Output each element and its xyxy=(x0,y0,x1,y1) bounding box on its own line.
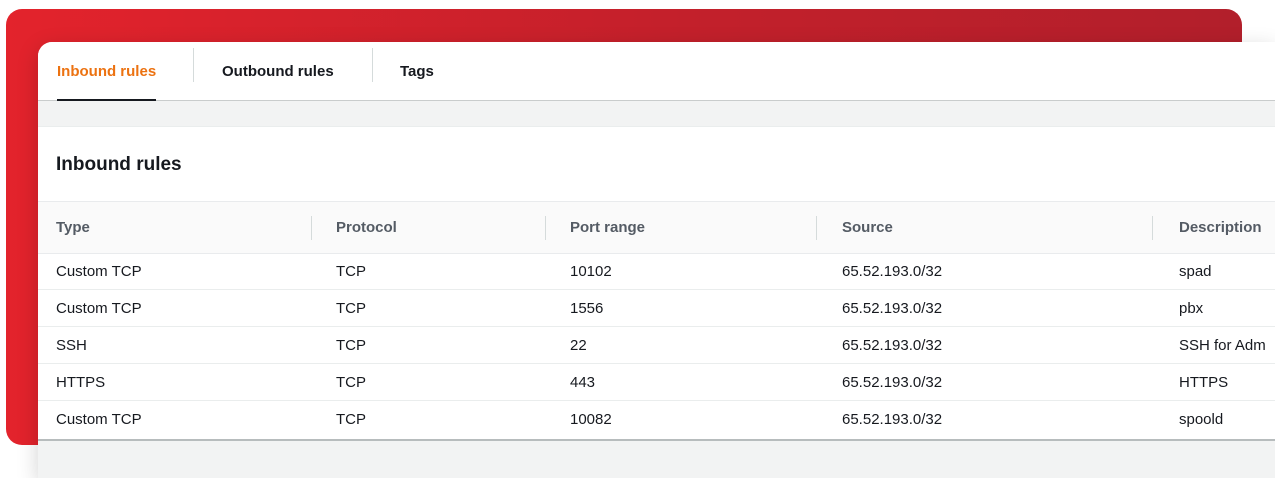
table-row: Custom TCP TCP 1556 65.52.193.0/32 pbx xyxy=(38,290,1275,327)
cell-description: pbx xyxy=(1179,299,1204,317)
column-divider xyxy=(311,216,312,240)
cell-port-range: 1556 xyxy=(570,299,604,317)
cell-type: HTTPS xyxy=(56,373,106,391)
security-group-rules-panel: Inbound rules Outbound rules Tags Inboun… xyxy=(38,42,1275,478)
cell-protocol: TCP xyxy=(336,336,366,354)
column-header-protocol[interactable]: Protocol xyxy=(336,202,397,253)
cell-description: SSH for Adm xyxy=(1179,336,1266,354)
section-title: Inbound rules xyxy=(56,154,182,175)
tab-tags[interactable]: Tags xyxy=(400,42,434,100)
cell-type: Custom TCP xyxy=(56,299,142,317)
table-body: Custom TCP TCP 10102 65.52.193.0/32 spad… xyxy=(38,253,1275,437)
cell-type: Custom TCP xyxy=(56,410,142,428)
cell-port-range: 10082 xyxy=(570,410,612,428)
cell-protocol: TCP xyxy=(336,262,366,280)
cell-protocol: TCP xyxy=(336,410,366,428)
cell-protocol: TCP xyxy=(336,299,366,317)
column-header-type[interactable]: Type xyxy=(56,202,90,253)
inbound-rules-card: Inbound rules Type Protocol Port range S… xyxy=(38,126,1275,441)
cell-type: Custom TCP xyxy=(56,262,142,280)
table-row: SSH TCP 22 65.52.193.0/32 SSH for Adm xyxy=(38,327,1275,364)
tab-inbound-rules[interactable]: Inbound rules xyxy=(57,42,157,101)
cell-port-range: 22 xyxy=(570,336,587,354)
cell-source: 65.52.193.0/32 xyxy=(842,262,943,280)
tab-outbound-rules[interactable]: Outbound rules xyxy=(222,42,334,100)
column-header-source[interactable]: Source xyxy=(842,202,893,253)
cell-port-range: 10102 xyxy=(570,262,612,280)
cell-type: SSH xyxy=(56,336,87,354)
cell-description: spoold xyxy=(1179,410,1224,428)
column-header-port-range[interactable]: Port range xyxy=(570,202,645,253)
table-row: Custom TCP TCP 10102 65.52.193.0/32 spad xyxy=(38,253,1275,290)
tab-divider xyxy=(372,48,373,82)
column-divider xyxy=(545,216,546,240)
cell-source: 65.52.193.0/32 xyxy=(842,373,943,391)
cell-port-range: 443 xyxy=(570,373,596,391)
table-row: HTTPS TCP 443 65.52.193.0/32 HTTPS xyxy=(38,364,1275,401)
cell-description: HTTPS xyxy=(1179,373,1229,391)
table-row: Custom TCP TCP 10082 65.52.193.0/32 spoo… xyxy=(38,401,1275,437)
table-header: Type Protocol Port range Source Descript… xyxy=(38,201,1275,254)
cell-source: 65.52.193.0/32 xyxy=(842,410,943,428)
column-divider xyxy=(1152,216,1153,240)
tab-bar: Inbound rules Outbound rules Tags xyxy=(38,42,1275,101)
column-divider xyxy=(816,216,817,240)
cell-source: 65.52.193.0/32 xyxy=(842,336,943,354)
cell-protocol: TCP xyxy=(336,373,366,391)
tab-divider xyxy=(193,48,194,82)
cell-description: spad xyxy=(1179,262,1212,280)
column-header-description[interactable]: Description xyxy=(1179,202,1262,253)
cell-source: 65.52.193.0/32 xyxy=(842,299,943,317)
